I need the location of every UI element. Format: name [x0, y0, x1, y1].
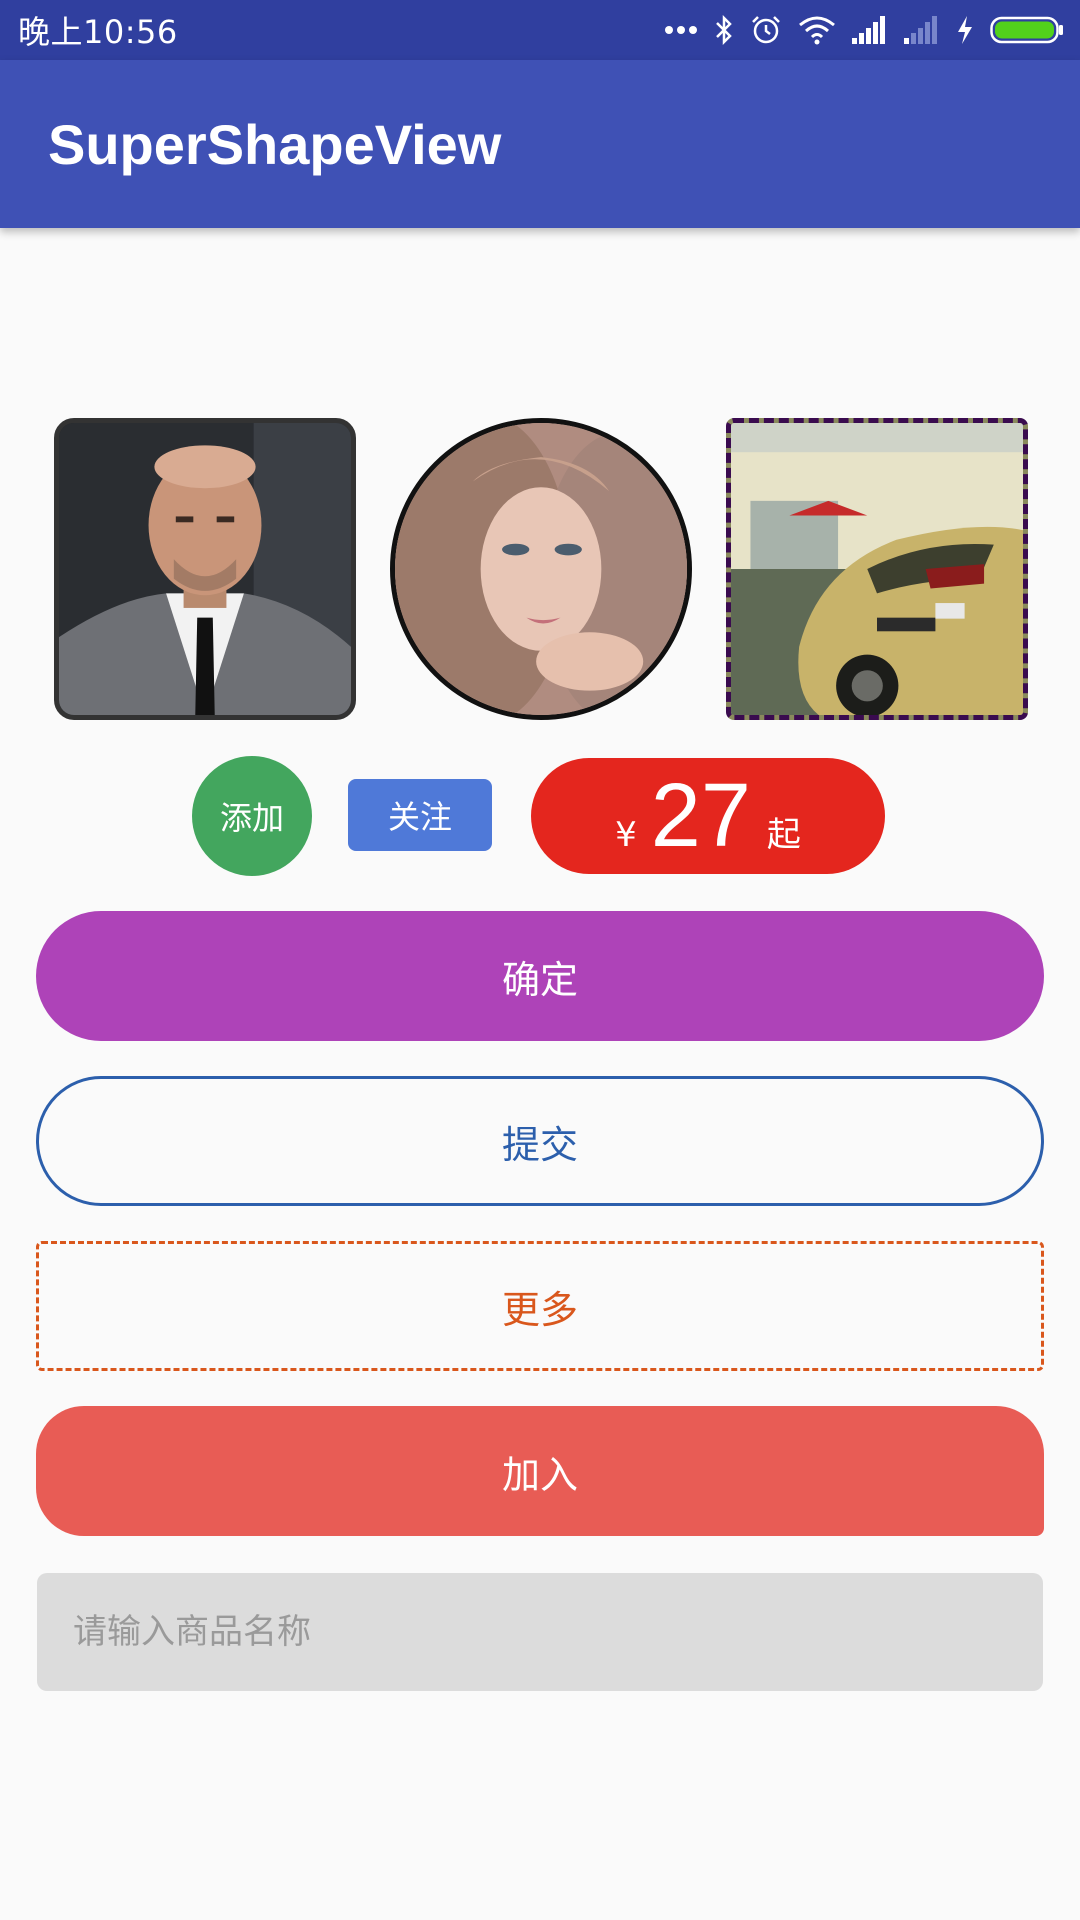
- alarm-icon: [750, 14, 782, 46]
- follow-button-label: 关注: [387, 798, 452, 836]
- add-button[interactable]: 添加: [192, 756, 312, 876]
- bluetooth-icon: [714, 15, 734, 45]
- confirm-button-label: 确定: [501, 957, 578, 1002]
- status-time: 晚上10:56: [18, 13, 178, 51]
- add-button-label: 添加: [219, 799, 284, 837]
- more-button-label: 更多: [501, 1287, 578, 1332]
- status-bar: 晚上10:56: [0, 0, 1080, 60]
- status-icons: [664, 14, 1064, 46]
- price-currency: ¥: [615, 815, 637, 855]
- price-value: 27: [650, 766, 751, 866]
- sports-car-image: [726, 418, 1028, 720]
- more-dots-icon: [664, 25, 698, 35]
- confirm-button[interactable]: 确定: [36, 911, 1044, 1041]
- more-button[interactable]: 更多: [36, 1241, 1044, 1371]
- product-name-input[interactable]: [37, 1573, 1043, 1691]
- wifi-icon: [798, 15, 836, 45]
- charging-icon: [956, 15, 974, 45]
- follow-button[interactable]: 关注: [348, 779, 492, 851]
- submit-button[interactable]: 提交: [36, 1076, 1044, 1206]
- join-button-label: 加入: [501, 1452, 578, 1497]
- join-button[interactable]: 加入: [36, 1406, 1044, 1536]
- app-bar: SuperShapeView: [0, 60, 1080, 228]
- price-suffix: 起: [766, 815, 801, 855]
- app-title: SuperShapeView: [48, 112, 502, 176]
- portrait-woman-image: [390, 418, 692, 720]
- portrait-man-image: [54, 418, 356, 720]
- price-badge[interactable]: ¥ 27 起: [531, 758, 885, 874]
- battery-icon: [990, 15, 1064, 45]
- signal-weak-icon: [904, 16, 940, 44]
- submit-button-label: 提交: [501, 1122, 578, 1167]
- signal-icon: [852, 16, 888, 44]
